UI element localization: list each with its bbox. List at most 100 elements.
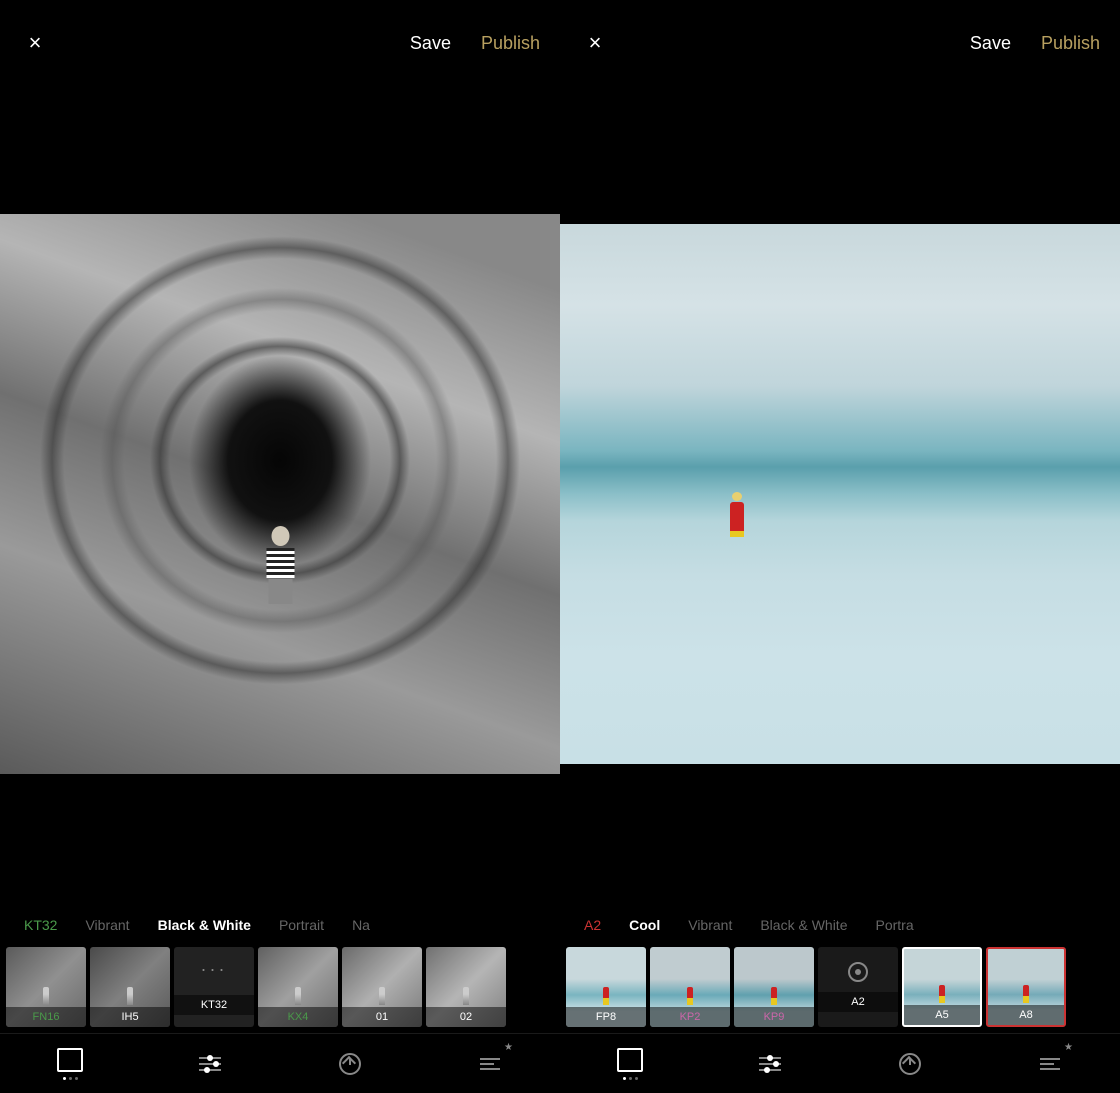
filter-thumb-a2[interactable]: A2 bbox=[818, 947, 898, 1027]
right-cat-vibrant[interactable]: Vibrant bbox=[674, 909, 746, 941]
filter-label-kp2: KP2 bbox=[650, 1007, 730, 1027]
thumb-figure bbox=[771, 987, 777, 1005]
right-cat-a2[interactable]: A2 bbox=[570, 909, 615, 941]
slider-line-3 bbox=[199, 1069, 221, 1071]
slider-line-1 bbox=[759, 1057, 781, 1059]
frame-icon bbox=[57, 1048, 83, 1072]
filter-label-01: 01 bbox=[342, 1007, 422, 1027]
right-export-tool[interactable]: ★ bbox=[1030, 1044, 1070, 1084]
left-bottom-toolbar: ★ bbox=[0, 1033, 560, 1093]
right-close-button[interactable]: × bbox=[580, 28, 610, 58]
left-photo bbox=[0, 214, 560, 774]
sliders-icon bbox=[199, 1057, 221, 1071]
filter-label-kx4: KX4 bbox=[258, 1007, 338, 1027]
left-history-tool[interactable] bbox=[330, 1044, 370, 1084]
frame-dot-2 bbox=[69, 1077, 72, 1080]
thumb-figure bbox=[295, 987, 301, 1005]
filter-thumb-fn16[interactable]: FN16 bbox=[6, 947, 86, 1027]
filter-thumb-kx4[interactable]: KX4 bbox=[258, 947, 338, 1027]
filter-thumb-02[interactable]: 02 bbox=[426, 947, 506, 1027]
right-filter-area: A2 Cool Vibrant Black & White Portra FP8… bbox=[560, 901, 1120, 1033]
right-save-button[interactable]: Save bbox=[970, 33, 1011, 54]
frame-dots bbox=[623, 1077, 638, 1080]
history-hand bbox=[909, 1059, 911, 1065]
filter-label-02: 02 bbox=[426, 1007, 506, 1027]
slider-line-1 bbox=[199, 1057, 221, 1059]
left-cat-portrait[interactable]: Portrait bbox=[265, 909, 338, 941]
bc-legs bbox=[730, 520, 744, 531]
filter-thumb-kp9[interactable]: KP9 bbox=[734, 947, 814, 1027]
left-frame-tool[interactable] bbox=[50, 1044, 90, 1084]
left-export-tool[interactable]: ★ bbox=[470, 1044, 510, 1084]
right-header: × Save Publish bbox=[560, 0, 1120, 86]
filter-label-a5: A5 bbox=[904, 1005, 980, 1025]
slider-line-2 bbox=[759, 1063, 781, 1065]
thumb-figure bbox=[603, 987, 609, 1005]
slider-line-2 bbox=[199, 1063, 221, 1065]
filter-label-ih5: IH5 bbox=[90, 1007, 170, 1027]
history-hand bbox=[349, 1059, 351, 1065]
filter-label-a8: A8 bbox=[988, 1005, 1064, 1025]
thumb-figure bbox=[687, 987, 693, 1005]
filter-label-a2: A2 bbox=[818, 992, 898, 1012]
export-icon bbox=[480, 1058, 500, 1070]
filter-label-fp8: FP8 bbox=[566, 1007, 646, 1027]
frame-icon bbox=[617, 1048, 643, 1072]
left-header: × Save Publish bbox=[0, 0, 560, 86]
filter-label-kp9: KP9 bbox=[734, 1007, 814, 1027]
filter-thumb-kt32[interactable]: ··· KT32 bbox=[174, 947, 254, 1027]
frame-dot-3 bbox=[635, 1077, 638, 1080]
thumb-figure bbox=[463, 987, 469, 1005]
right-frame-tool[interactable] bbox=[610, 1044, 650, 1084]
filter-thumb-ih5[interactable]: IH5 bbox=[90, 947, 170, 1027]
filter-thumb-a5[interactable]: A5 bbox=[902, 947, 982, 1027]
right-panel: × Save Publish A2 Cool Vibrant bbox=[560, 0, 1120, 1093]
filter-label-kt32: KT32 bbox=[174, 995, 254, 1015]
right-bottom-toolbar: ★ bbox=[560, 1033, 1120, 1093]
left-cat-na[interactable]: Na bbox=[338, 909, 384, 941]
export-line-3 bbox=[480, 1068, 500, 1070]
export-line-2 bbox=[480, 1063, 494, 1065]
left-sliders-tool[interactable] bbox=[190, 1044, 230, 1084]
right-cat-portrait[interactable]: Portra bbox=[861, 909, 927, 941]
right-publish-button[interactable]: Publish bbox=[1041, 33, 1100, 54]
filter-thumb-01[interactable]: 01 bbox=[342, 947, 422, 1027]
bc-body bbox=[730, 502, 744, 520]
bc-boots bbox=[730, 531, 744, 537]
left-close-button[interactable]: × bbox=[20, 28, 50, 58]
left-panel: × Save Publish KT32 Vibrant Black & Whit… bbox=[0, 0, 560, 1093]
left-cat-kt32[interactable]: KT32 bbox=[10, 909, 71, 941]
export-line-1 bbox=[1040, 1058, 1060, 1060]
filter-label-fn16: FN16 bbox=[6, 1007, 86, 1027]
left-publish-button[interactable]: Publish bbox=[481, 33, 540, 54]
right-cat-cool[interactable]: Cool bbox=[615, 909, 674, 941]
left-save-button[interactable]: Save bbox=[410, 33, 451, 54]
right-photo-area bbox=[560, 86, 1120, 901]
right-sliders-tool[interactable] bbox=[750, 1044, 790, 1084]
left-photo-image bbox=[0, 214, 560, 774]
history-icon bbox=[339, 1053, 361, 1075]
left-header-actions: Save Publish bbox=[410, 33, 540, 54]
right-photo bbox=[560, 224, 1120, 764]
export-line-2 bbox=[1040, 1063, 1054, 1065]
filter-thumb-a8[interactable]: A8 bbox=[986, 947, 1066, 1027]
frame-dot-3 bbox=[75, 1077, 78, 1080]
child-shirt bbox=[266, 548, 294, 578]
export-star-icon: ★ bbox=[1064, 1042, 1073, 1053]
history-icon bbox=[899, 1053, 921, 1075]
frame-dot-1 bbox=[63, 1077, 66, 1080]
left-cat-bw[interactable]: Black & White bbox=[144, 909, 265, 941]
export-star-icon: ★ bbox=[504, 1042, 513, 1053]
filter-thumb-kp2[interactable]: KP2 bbox=[650, 947, 730, 1027]
left-photo-subject bbox=[263, 526, 298, 606]
right-cat-bw[interactable]: Black & White bbox=[746, 909, 861, 941]
filter-thumb-fp8[interactable]: FP8 bbox=[566, 947, 646, 1027]
thumb-figure bbox=[43, 987, 49, 1005]
thumb-figure bbox=[127, 987, 133, 1005]
bc-head bbox=[732, 492, 742, 501]
beach-child-figure bbox=[728, 492, 746, 537]
right-history-tool[interactable] bbox=[890, 1044, 930, 1084]
export-line-3 bbox=[1040, 1068, 1060, 1070]
slider-line-3 bbox=[759, 1069, 781, 1071]
left-cat-vibrant[interactable]: Vibrant bbox=[71, 909, 143, 941]
